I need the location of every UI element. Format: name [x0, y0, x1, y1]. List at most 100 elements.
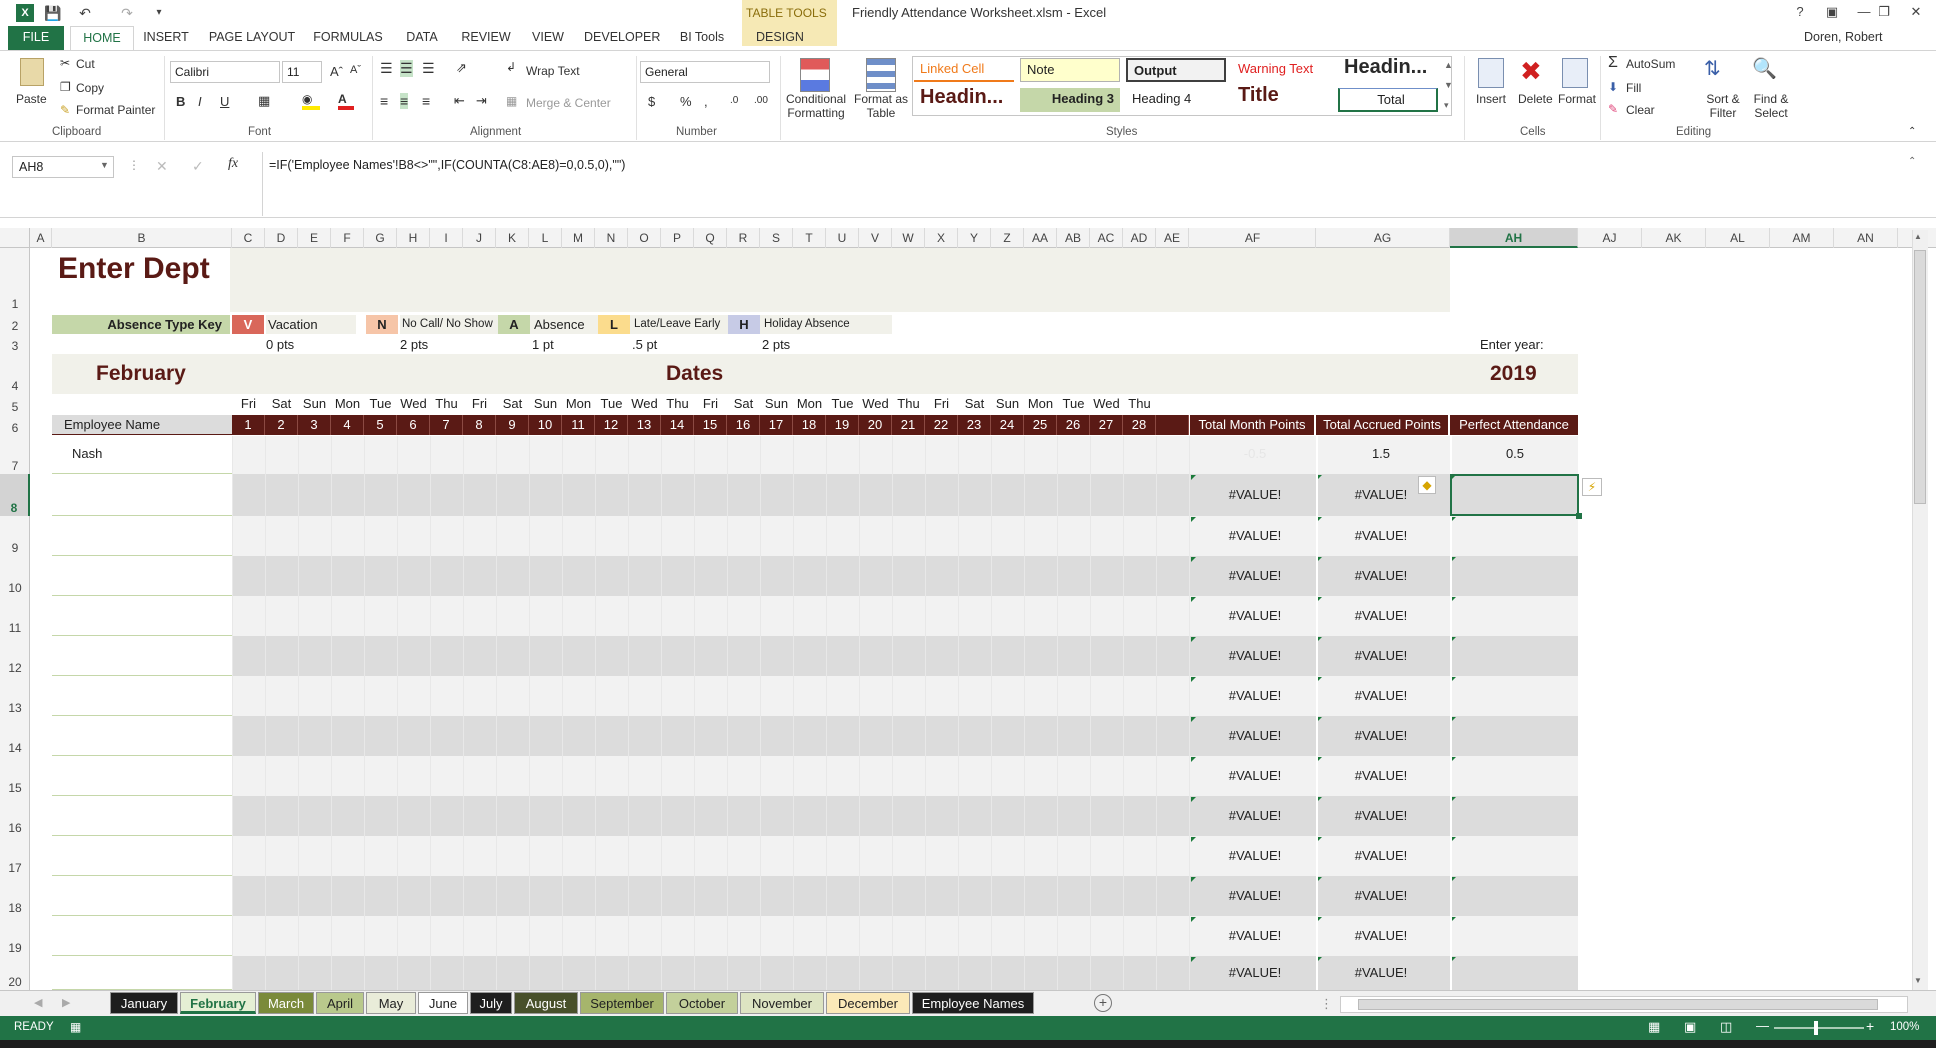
tab-file[interactable]: FILE [8, 26, 64, 50]
tab-bi-tools[interactable]: BI Tools [672, 26, 732, 50]
attendance-row[interactable] [232, 916, 1190, 956]
column-header[interactable]: G [364, 228, 397, 248]
total-accrued-points-cell[interactable]: #VALUE! [1316, 808, 1446, 823]
day-number-cell[interactable]: 16 [727, 415, 760, 435]
sheet-tab-february[interactable]: February [180, 992, 256, 1014]
sheet-tab-employee-names[interactable]: Employee Names [912, 992, 1034, 1014]
attendance-row[interactable] [232, 756, 1190, 796]
total-month-points-cell[interactable]: #VALUE! [1190, 487, 1320, 502]
font-color-icon[interactable]: A [338, 92, 354, 110]
row-header[interactable]: 5 [0, 394, 30, 415]
tab-insert[interactable]: INSERT [140, 26, 192, 50]
day-number-cell[interactable]: 18 [793, 415, 826, 435]
sheet-tab-october[interactable]: October [666, 992, 738, 1014]
underline-icon[interactable]: U [220, 94, 229, 109]
column-header[interactable]: Z [991, 228, 1024, 248]
select-all-corner[interactable] [0, 228, 30, 248]
insert-cells-button[interactable]: Insert [1476, 92, 1506, 106]
merge-center-button[interactable]: Merge & Center [526, 96, 611, 110]
page-break-view-icon[interactable]: ◫ [1720, 1019, 1732, 1035]
day-number-cell[interactable]: 13 [628, 415, 661, 435]
total-month-points-cell[interactable]: #VALUE! [1190, 928, 1320, 943]
merge-center-icon[interactable]: ▦ [506, 94, 517, 108]
new-sheet-icon[interactable]: + [1094, 994, 1112, 1012]
quick-analysis-icon[interactable]: ⚡ [1582, 478, 1602, 496]
conditional-formatting-icon[interactable] [800, 58, 830, 92]
borders-icon[interactable]: ▦ [258, 93, 270, 109]
help-icon[interactable]: ? [1788, 2, 1812, 22]
day-number-cell[interactable]: 8 [463, 415, 496, 435]
total-accrued-points-cell[interactable]: #VALUE! [1316, 568, 1446, 583]
formula-input[interactable]: =IF('Employee Names'!B8<>"",IF(COUNTA(C8… [262, 152, 1922, 216]
decrease-decimal-icon[interactable]: .00 [754, 95, 768, 106]
style-linked-cell[interactable]: Linked Cell [914, 58, 1014, 82]
horizontal-scroll-thumb[interactable] [1358, 999, 1878, 1010]
customize-qat-icon[interactable]: ▾ [150, 4, 168, 22]
column-header[interactable]: AJ [1578, 228, 1642, 248]
column-header[interactable]: C [232, 228, 265, 248]
day-number-cell[interactable]: 9 [496, 415, 529, 435]
day-number-cell[interactable]: 6 [397, 415, 430, 435]
save-icon[interactable]: 💾 [44, 4, 62, 22]
row-header[interactable]: 7 [0, 436, 30, 474]
sheet-tab-november[interactable]: November [740, 992, 824, 1014]
zoom-level[interactable]: 100% [1890, 1021, 1919, 1033]
align-left-icon[interactable]: ≡ [380, 93, 388, 109]
column-header[interactable]: AF [1190, 228, 1316, 248]
column-header[interactable]: I [430, 228, 463, 248]
total-month-points-cell[interactable]: #VALUE! [1190, 768, 1320, 783]
day-number-cell[interactable]: 19 [826, 415, 859, 435]
attendance-row[interactable] [232, 716, 1190, 756]
attendance-row[interactable] [232, 556, 1190, 596]
employee-cell[interactable] [52, 716, 232, 756]
format-as-table-icon[interactable] [866, 58, 896, 92]
total-accrued-points-cell[interactable]: #VALUE! [1316, 528, 1446, 543]
tab-view[interactable]: VIEW [528, 26, 568, 50]
page-layout-view-icon[interactable]: ▣ [1684, 1019, 1696, 1035]
day-number-cell[interactable]: 5 [364, 415, 397, 435]
employee-cell[interactable] [52, 916, 232, 956]
total-month-points-cell[interactable]: #VALUE! [1190, 648, 1320, 663]
currency-icon[interactable]: $ [648, 94, 655, 109]
total-accrued-points-cell[interactable]: #VALUE! [1316, 888, 1446, 903]
attendance-row[interactable] [232, 796, 1190, 836]
sheet-tab-june[interactable]: June [418, 992, 468, 1014]
row-header[interactable]: 16 [0, 796, 30, 836]
cancel-entry-icon[interactable]: ✕ [156, 158, 168, 175]
row-header[interactable]: 18 [0, 876, 30, 916]
tab-data[interactable]: DATA [400, 26, 444, 50]
total-accrued-points-cell[interactable]: #VALUE! [1316, 928, 1446, 943]
delete-cells-icon[interactable]: ✖ [1520, 56, 1542, 87]
sheet-tab-may[interactable]: May [366, 992, 416, 1014]
sheet-tab-september[interactable]: September [580, 992, 664, 1014]
column-header[interactable]: AM [1770, 228, 1834, 248]
column-header[interactable]: B [52, 228, 232, 248]
sheet-tab-april[interactable]: April [316, 992, 364, 1014]
tab-design[interactable]: DESIGN [750, 26, 810, 50]
column-header[interactable]: H [397, 228, 430, 248]
cut-icon[interactable]: ✂ [60, 56, 70, 70]
total-accrued-points-cell[interactable]: #VALUE! [1316, 608, 1446, 623]
employee-cell[interactable] [52, 836, 232, 876]
row-header[interactable]: 14 [0, 716, 30, 756]
find-select-button[interactable]: Find & Select [1746, 92, 1796, 120]
column-header[interactable]: M [562, 228, 595, 248]
error-warning-icon[interactable]: ◆ [1418, 476, 1436, 494]
find-select-icon[interactable]: 🔍 [1752, 56, 1777, 81]
sheet-tab-december[interactable]: December [826, 992, 910, 1014]
format-as-table-button[interactable]: Format as Table [852, 92, 910, 120]
clear-icon[interactable]: ✎ [1608, 102, 1618, 116]
style-heading-4[interactable]: Heading 4 [1126, 88, 1226, 112]
column-header[interactable]: AK [1642, 228, 1706, 248]
total-accrued-points-cell[interactable]: #VALUE! [1316, 965, 1446, 980]
style-total[interactable]: Total [1338, 88, 1438, 112]
attendance-row[interactable] [232, 836, 1190, 876]
row-header[interactable]: 8 [0, 474, 30, 516]
day-number-cell[interactable]: 7 [430, 415, 463, 435]
attendance-row[interactable] [232, 956, 1190, 990]
scroll-up-icon[interactable]: ▲ [1914, 232, 1922, 241]
normal-view-icon[interactable]: ▦ [1648, 1019, 1660, 1035]
sheet-tab-january[interactable]: January [110, 992, 178, 1014]
align-right-icon[interactable]: ≡ [422, 93, 430, 109]
employee-cell[interactable] [52, 556, 232, 596]
